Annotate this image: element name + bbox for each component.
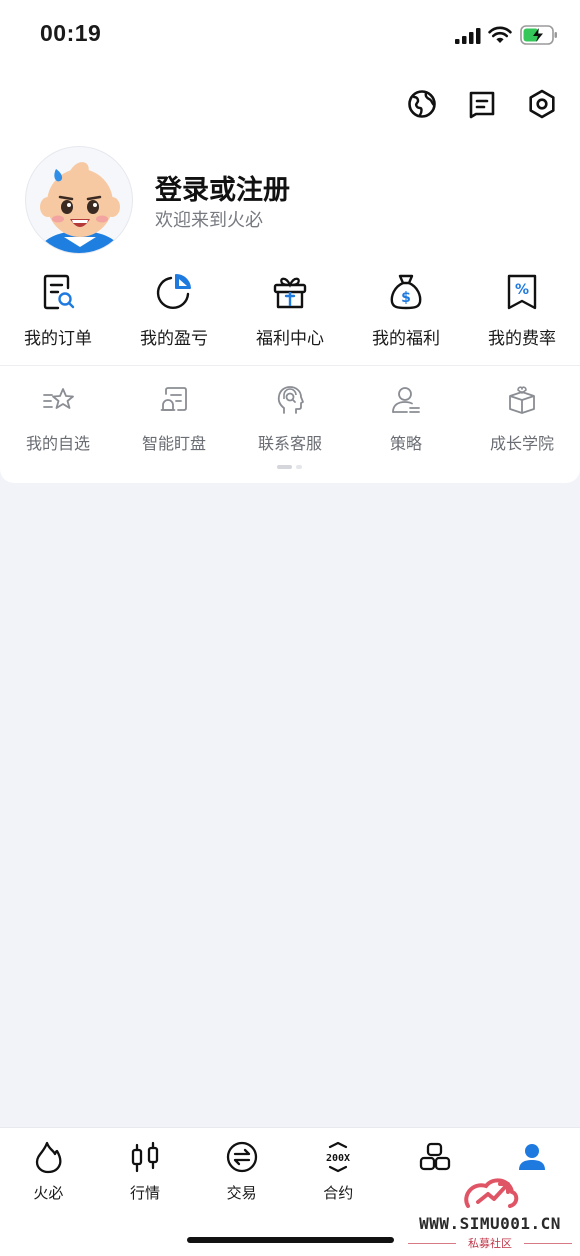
menu-my-pnl[interactable]: 我的盈亏	[116, 272, 232, 349]
menu-smart-monitor[interactable]: 智能盯盘	[116, 384, 232, 454]
watermark-text: WWW.SIMU001.CN	[419, 1214, 561, 1233]
user-strategy-icon	[392, 387, 420, 413]
menu-my-orders[interactable]: 我的订单	[0, 272, 116, 349]
menu-watchlist[interactable]: 我的自选	[0, 384, 116, 454]
page-dot[interactable]	[296, 465, 302, 469]
battery-icon	[520, 25, 557, 45]
mascot-avatar-icon	[40, 162, 120, 253]
menu-label: 我的费率	[488, 329, 556, 349]
star-list-icon	[43, 388, 74, 409]
menu-my-welfare[interactable]: $ 我的福利	[348, 272, 464, 349]
profile-icon	[518, 1144, 545, 1170]
menu-label: 福利中心	[256, 329, 324, 349]
tab-label: 合约	[323, 1184, 354, 1202]
menu-my-fee-rate[interactable]: % 我的费率	[464, 272, 580, 349]
menu-label: 联系客服	[257, 434, 322, 453]
watermark-line-right	[524, 1243, 572, 1244]
svg-text:200X: 200X	[326, 1153, 350, 1164]
svg-text:%: %	[515, 282, 529, 298]
monitor-icon	[160, 387, 187, 411]
tab-market[interactable]: 行情	[97, 1140, 194, 1202]
headset-icon	[277, 386, 304, 414]
menu-label: 我的订单	[24, 329, 92, 349]
menu-customer-service[interactable]: 联系客服	[232, 384, 348, 454]
settings-icon[interactable]	[526, 88, 558, 120]
login-register-link[interactable]: 登录或注册	[155, 168, 290, 207]
menu-strategy[interactable]: 策略	[348, 384, 464, 454]
screen: 00:19 登录或注册 欢迎来到火必 我的订单 我的盈亏 福利中心 $ 我的福利…	[0, 0, 580, 1256]
percent-tag-icon: %	[507, 274, 537, 310]
watermark-logo-icon	[464, 1178, 519, 1208]
flame-icon	[36, 1141, 62, 1174]
contract-200x-icon: 200X	[326, 1141, 350, 1173]
svg-text:$: $	[401, 290, 411, 306]
page-indicator	[277, 465, 302, 469]
tab-label: 火必	[33, 1184, 64, 1202]
watermark: WWW.SIMU001.CN 私募社区	[402, 1172, 578, 1252]
tab-label: 行情	[129, 1184, 160, 1202]
globe-icon[interactable]	[406, 88, 438, 120]
money-bag-icon: $	[390, 274, 422, 310]
status-time: 00:19	[40, 20, 102, 46]
order-search-icon	[43, 274, 75, 310]
welcome-text: 欢迎来到火必	[155, 210, 263, 231]
status-bar: 00:19	[0, 0, 580, 70]
wifi-icon	[488, 26, 512, 43]
page-dot-active	[277, 465, 292, 469]
secondary-menu: 我的自选 智能盯盘 联系客服 策略 成长学院	[0, 384, 580, 454]
menu-label: 智能盯盘	[141, 434, 206, 453]
signal-icon	[455, 28, 481, 44]
avatar[interactable]	[25, 146, 133, 254]
menu-label: 策略	[389, 434, 422, 453]
pie-chart-icon	[156, 273, 191, 310]
gift-icon	[273, 277, 307, 309]
menu-label: 我的福利	[372, 329, 440, 349]
book-icon	[509, 386, 535, 414]
menu-growth-academy[interactable]: 成长学院	[464, 384, 580, 454]
header-actions	[0, 88, 580, 122]
tab-label: 交易	[226, 1184, 257, 1202]
primary-menu: 我的订单 我的盈亏 福利中心 $ 我的福利 % 我的费率	[0, 272, 580, 349]
menu-label: 我的盈亏	[140, 329, 208, 349]
menu-label: 我的自选	[25, 434, 90, 453]
assets-icon	[419, 1142, 451, 1171]
tab-contract[interactable]: 200X 合约	[290, 1140, 387, 1202]
menu-welfare-center[interactable]: 福利中心	[232, 272, 348, 349]
candlestick-icon	[131, 1141, 159, 1173]
menu-label: 成长学院	[489, 434, 554, 453]
home-indicator	[187, 1237, 394, 1243]
tab-home[interactable]: 火必	[0, 1140, 97, 1202]
divider	[0, 365, 580, 366]
tab-trade[interactable]: 交易	[193, 1140, 290, 1202]
message-icon[interactable]	[466, 88, 498, 120]
exchange-icon	[226, 1141, 257, 1173]
